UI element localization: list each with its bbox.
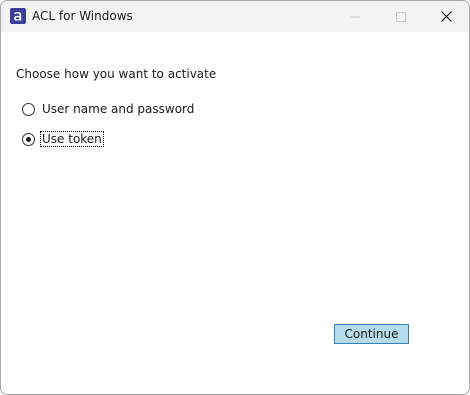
- minimize-icon: [350, 16, 360, 17]
- radio-label: User name and password: [42, 102, 195, 116]
- continue-button[interactable]: Continue: [334, 324, 409, 344]
- close-button[interactable]: [423, 1, 469, 32]
- radio-button-unselected[interactable]: [22, 102, 35, 116]
- activation-window: ACL for Windows Choose how you want to a…: [0, 0, 470, 395]
- acl-logo-icon: [10, 8, 26, 24]
- close-icon: [440, 11, 452, 22]
- minimize-button[interactable]: [332, 1, 378, 32]
- title-bar[interactable]: ACL for Windows: [1, 1, 469, 32]
- radio-use-token[interactable]: Use token: [22, 131, 104, 147]
- activation-prompt: Choose how you want to activate: [16, 67, 217, 81]
- radio-button-selected[interactable]: [22, 132, 35, 146]
- maximize-icon: [396, 11, 406, 22]
- window-title: ACL for Windows: [32, 9, 133, 23]
- radio-selected-dot: [26, 136, 31, 142]
- maximize-button[interactable]: [378, 1, 424, 32]
- radio-username-password[interactable]: User name and password: [22, 101, 195, 117]
- radio-label: Use token: [40, 131, 104, 147]
